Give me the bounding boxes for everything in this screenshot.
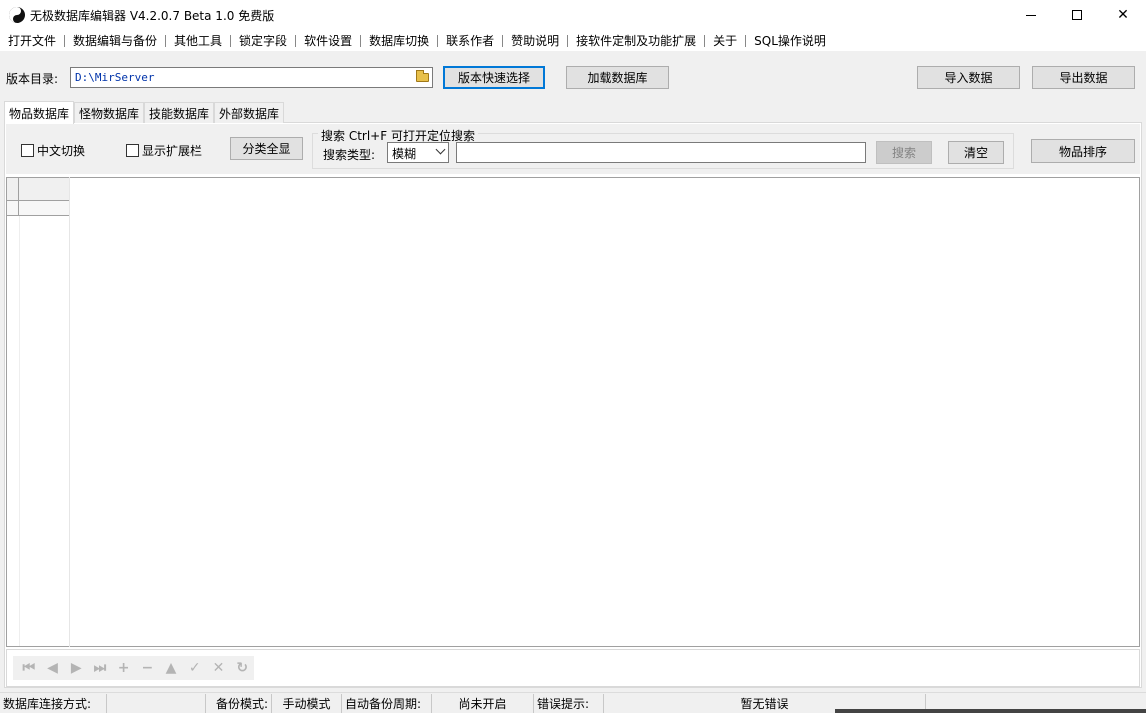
menu-bar: 打开文件 数据编辑与备份 其他工具 锁定字段 软件设置 数据库切换 联系作者 赞… xyxy=(0,30,1146,52)
maximize-icon xyxy=(1072,10,1082,20)
edit-record-icon[interactable]: ▲ xyxy=(159,657,183,679)
clear-button[interactable]: 清空 xyxy=(948,141,1004,164)
backup-mode-value: 手动模式 xyxy=(272,693,342,713)
menu-sponsor[interactable]: 赞助说明 xyxy=(503,32,567,49)
minimize-icon xyxy=(1026,14,1036,16)
grid-row-indicator xyxy=(7,178,19,216)
sort-items-button[interactable]: 物品排序 xyxy=(1031,139,1135,163)
cancel-edit-icon[interactable]: ✕ xyxy=(207,657,231,679)
checkbox-icon xyxy=(21,144,34,157)
last-record-icon[interactable]: ⏭ xyxy=(88,657,112,679)
refresh-icon[interactable]: ↻ xyxy=(230,657,254,679)
tab-monsters-db[interactable]: 怪物数据库 xyxy=(74,102,145,123)
export-data-button[interactable]: 导出数据 xyxy=(1032,66,1135,89)
import-data-button[interactable]: 导入数据 xyxy=(917,66,1020,89)
menu-custom-dev[interactable]: 接软件定制及功能扩展 xyxy=(568,32,704,49)
connection-value xyxy=(107,693,206,713)
insert-record-icon[interactable]: + xyxy=(112,657,136,679)
error-label: 错误提示: xyxy=(534,693,604,713)
tab-external-db[interactable]: 外部数据库 xyxy=(214,102,285,123)
show-ext-label: 显示扩展栏 xyxy=(142,144,203,158)
search-type-label: 搜索类型: xyxy=(323,148,376,162)
quick-select-button[interactable]: 版本快速选择 xyxy=(443,66,545,89)
browse-folder-button[interactable] xyxy=(413,69,432,86)
chinese-toggle-checkbox[interactable]: 中文切换 xyxy=(21,142,85,159)
menu-db-switch[interactable]: 数据库切换 xyxy=(361,32,437,49)
tab-skills-db[interactable]: 技能数据库 xyxy=(144,102,215,123)
chinese-toggle-label: 中文切换 xyxy=(37,144,86,158)
menu-about[interactable]: 关于 xyxy=(705,32,745,49)
load-db-button[interactable]: 加载数据库 xyxy=(566,66,669,89)
backup-mode-label: 备份模式: xyxy=(206,693,272,713)
version-dir-input[interactable]: D:\MirServer xyxy=(70,67,433,88)
search-type-select[interactable]: 模糊 xyxy=(387,142,449,163)
tab-items-db[interactable]: 物品数据库 xyxy=(4,101,75,124)
show-ext-checkbox[interactable]: 显示扩展栏 xyxy=(126,142,202,159)
auto-backup-label: 自动备份周期: xyxy=(342,693,432,713)
title-bar: 无极数据库编辑器 V4.2.0.7 Beta 1.0 免费版 ✕ xyxy=(0,0,1146,30)
chevron-down-icon xyxy=(435,144,446,155)
menu-other-tools[interactable]: 其他工具 xyxy=(166,32,230,49)
folder-icon xyxy=(416,70,429,82)
search-type-value: 模糊 xyxy=(392,147,417,161)
menu-open-file[interactable]: 打开文件 xyxy=(0,32,64,49)
post-record-icon[interactable]: ✓ xyxy=(183,657,207,679)
checkbox-icon xyxy=(126,144,139,157)
status-progress-strip xyxy=(835,709,1146,713)
close-button[interactable]: ✕ xyxy=(1100,0,1146,30)
close-icon: ✕ xyxy=(1117,7,1129,23)
grid-gridline xyxy=(19,216,20,646)
first-record-icon[interactable]: ⏮ xyxy=(17,657,41,679)
app-logo-icon xyxy=(9,7,25,23)
search-button[interactable]: 搜索 xyxy=(876,141,932,164)
show-all-categories-button[interactable]: 分类全显 xyxy=(230,137,303,160)
menu-data-edit-backup[interactable]: 数据编辑与备份 xyxy=(65,32,165,49)
next-record-icon[interactable]: ▶ xyxy=(64,657,88,679)
data-grid[interactable] xyxy=(6,177,1140,647)
menu-lock-fields[interactable]: 锁定字段 xyxy=(231,32,295,49)
window-title: 无极数据库编辑器 V4.2.0.7 Beta 1.0 免费版 xyxy=(30,9,275,23)
search-input[interactable] xyxy=(456,142,866,163)
menu-contact-author[interactable]: 联系作者 xyxy=(438,32,502,49)
connection-label: 数据库连接方式: xyxy=(0,693,107,713)
prior-record-icon[interactable]: ◀ xyxy=(41,657,65,679)
grid-fixed-column xyxy=(6,177,70,647)
maximize-button[interactable] xyxy=(1054,0,1100,30)
delete-record-icon[interactable]: − xyxy=(136,657,160,679)
menu-sql-help[interactable]: SQL操作说明 xyxy=(746,32,834,49)
auto-backup-value: 尚未开启 xyxy=(432,693,534,713)
menu-settings[interactable]: 软件设置 xyxy=(296,32,360,49)
db-tabs: 物品数据库 怪物数据库 技能数据库 外部数据库 xyxy=(4,101,285,124)
db-navigator: ⏮ ◀ ▶ ⏭ + − ▲ ✓ ✕ ↻ xyxy=(13,656,254,680)
version-dir-label: 版本目录: xyxy=(6,72,59,86)
minimize-button[interactable] xyxy=(1008,0,1054,30)
